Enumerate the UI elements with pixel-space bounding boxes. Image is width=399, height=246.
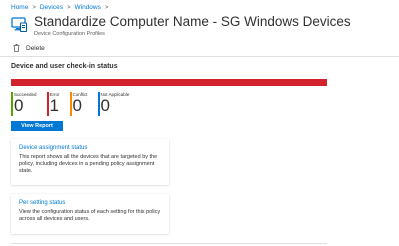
trash-icon[interactable]: [13, 44, 20, 52]
page-subtitle: Device Configuration Profiles: [34, 31, 105, 37]
page-title: Standardize Computer Name - SG Windows D…: [34, 14, 351, 29]
delete-button[interactable]: Delete: [26, 45, 45, 52]
not-applicable-indicator: [97, 92, 100, 116]
bottom-divider: [11, 243, 327, 244]
device-config-icon: [11, 16, 28, 33]
breadcrumb-separator: >: [104, 4, 109, 11]
not-applicable-value: 0: [100, 96, 111, 115]
status-counts: Succeeded 0 Error 1 Conflict 0 Not Appli…: [11, 92, 129, 116]
breadcrumb-windows[interactable]: Windows: [75, 4, 101, 11]
device-assignment-status-link[interactable]: Device assignment status: [19, 145, 161, 151]
breadcrumb-home[interactable]: Home: [11, 4, 28, 11]
header-divider: [0, 56, 399, 57]
succeeded-value: 0: [14, 96, 24, 115]
error-value: 1: [49, 96, 59, 115]
conflict-value: 0: [72, 96, 82, 115]
check-in-status-bar: [11, 79, 327, 86]
error-indicator: [46, 92, 49, 116]
count-conflict: Conflict 0: [69, 92, 88, 116]
toolbar: Delete: [13, 44, 45, 52]
breadcrumb: Home > Devices > Windows >: [11, 4, 108, 11]
per-setting-status-link[interactable]: Per setting status: [19, 200, 161, 206]
breadcrumb-separator: >: [32, 4, 36, 11]
page-header: Standardize Computer Name - SG Windows D…: [11, 14, 351, 37]
succeeded-indicator: [11, 92, 13, 116]
view-report-button[interactable]: View Report: [11, 121, 63, 131]
device-assignment-description: This report shows all the devices that a…: [19, 154, 158, 174]
conflict-indicator: [69, 92, 72, 116]
per-setting-description: View the configuration status of each se…: [19, 209, 161, 222]
breadcrumb-devices[interactable]: Devices: [40, 4, 63, 11]
count-succeeded: Succeeded 0: [11, 92, 37, 116]
device-assignment-card[interactable]: Device assignment status This report sho…: [11, 139, 169, 185]
per-setting-card[interactable]: Per setting status View the configuratio…: [11, 194, 169, 234]
count-not-applicable: Not Applicable 0: [97, 92, 129, 116]
section-title: Device and user check-in status: [11, 63, 118, 70]
count-error: Error 1: [46, 92, 60, 116]
breadcrumb-separator: >: [66, 4, 71, 11]
